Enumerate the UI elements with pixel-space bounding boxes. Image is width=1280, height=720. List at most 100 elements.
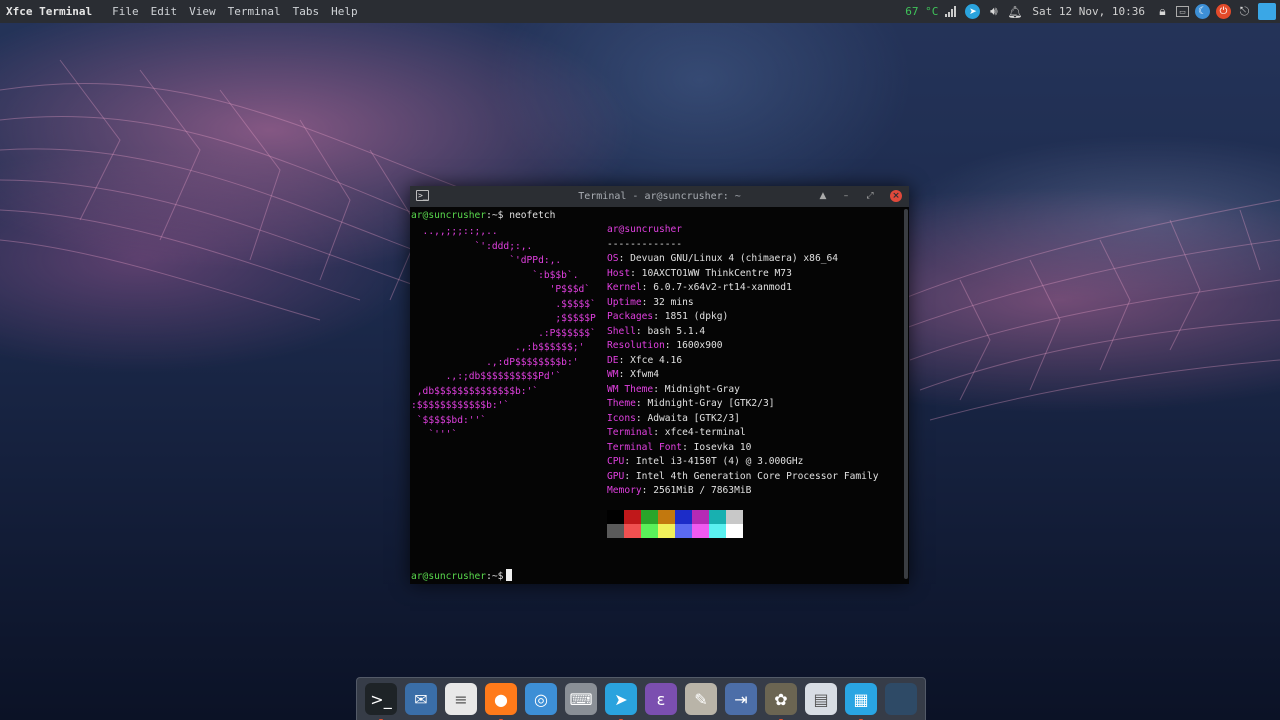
minimize-button[interactable]: – — [840, 190, 852, 202]
info-row: Uptime: 32 mins — [607, 296, 878, 311]
text-editor-dock-icon[interactable]: ≡ — [445, 683, 477, 715]
telegram-tray-icon[interactable]: ➤ — [965, 4, 981, 19]
debian-ascii-logo: ..,,;;;::;,.. `':ddd;:,. `'dPPd:,. `:b$$… — [411, 226, 596, 440]
current-prompt[interactable]: ar@suncrusher:~$ — [411, 569, 513, 582]
info-colon: : — [618, 253, 631, 264]
info-colon: : — [635, 398, 648, 409]
palette-swatch — [624, 510, 641, 524]
power-icon[interactable]: ⏻ — [1216, 4, 1231, 19]
show-desktop-icon[interactable] — [1258, 3, 1276, 20]
info-value: Xfce 4.16 — [630, 354, 683, 366]
emacs-dock-icon[interactable]: ε — [645, 683, 677, 715]
info-key: Terminal Font — [607, 441, 683, 453]
info-colon: : — [653, 383, 665, 395]
command-line: ar@suncrusher:~$ neofetch — [411, 210, 555, 221]
info-row: OS: Devuan GNU/Linux 4 (chimaera) x86_64 — [607, 252, 878, 267]
info-value: xfce4-terminal — [664, 427, 746, 438]
info-value: 1600x900 — [676, 340, 723, 351]
extra-dock-icon[interactable] — [885, 683, 917, 715]
volume-icon[interactable]: 🔊︎ — [986, 4, 1001, 19]
prompt-user: ar@suncrusher — [411, 210, 487, 221]
info-value: 2561MiB / 7863MiB — [653, 485, 752, 496]
telegram-dock-icon[interactable]: ➤ — [605, 683, 637, 715]
info-row: CPU: Intel i3-4150T (4) @ 3.000GHz — [607, 455, 878, 470]
logout-icon[interactable]: ⎋ — [1237, 4, 1252, 19]
prompt-path: :~$ — [486, 571, 504, 582]
lock-icon[interactable]: 🔒︎ — [1155, 4, 1170, 19]
active-app-name[interactable]: Xfce Terminal — [0, 5, 106, 18]
notification-bell-icon[interactable]: 🔔︎ — [1007, 4, 1022, 19]
info-value: Intel i3-4150T (4) @ 3.000GHz — [635, 456, 804, 467]
info-key: WM — [607, 369, 619, 380]
palette-swatch — [641, 510, 658, 524]
palette-swatch — [607, 524, 624, 538]
info-row: DE: Xfce 4.16 — [607, 354, 878, 369]
info-value: Iosevka 10 — [693, 441, 752, 453]
palette-swatch — [692, 524, 709, 538]
chromium-dock-icon[interactable]: ◎ — [525, 683, 557, 715]
terminal-content[interactable]: ar@suncrusher:~$ neofetch ..,,;;;::;,.. … — [411, 208, 901, 582]
text-cursor — [506, 569, 513, 581]
firefox-dock-icon[interactable]: ● — [485, 683, 517, 715]
info-row: WM Theme: Midnight-Gray — [607, 383, 878, 398]
system-info: ar@suncrusher ------------- OS: Devuan G… — [607, 223, 878, 499]
terminal-titlebar[interactable]: >_ Terminal - ar@suncrusher: ~ ▲ – ⤢ × — [410, 186, 909, 207]
mail-dock-icon[interactable]: ✉ — [405, 683, 437, 715]
info-value: Adwaita [GTK2/3] — [647, 412, 740, 424]
info-colon: : — [682, 441, 694, 453]
menu-file[interactable]: File — [106, 5, 145, 18]
menu-terminal[interactable]: Terminal — [222, 5, 287, 18]
info-key: Kernel — [607, 282, 642, 293]
palette-swatch — [692, 510, 709, 524]
info-colon: : — [653, 311, 665, 322]
signal-bars-icon[interactable] — [944, 4, 959, 19]
clock[interactable]: Sat 12 Nov, 10:36 — [1028, 5, 1149, 18]
info-key: Host — [607, 267, 631, 279]
night-mode-icon[interactable]: ☾ — [1195, 4, 1210, 19]
info-separator: ------------- — [607, 238, 683, 250]
palette-swatch — [709, 524, 726, 538]
command-text: neofetch — [509, 210, 556, 221]
terminal-dock-icon[interactable]: >_ — [365, 683, 397, 715]
pencil-cup-dock-icon[interactable]: ✎ — [685, 683, 717, 715]
info-key: Resolution — [607, 340, 665, 351]
menu-tabs[interactable]: Tabs — [287, 5, 326, 18]
info-colon: : — [618, 354, 631, 366]
info-value: 10AXCTO1WW ThinkCentre M73 — [641, 267, 792, 279]
info-row: Terminal Font: Iosevka 10 — [607, 441, 878, 456]
menu-view[interactable]: View — [183, 5, 222, 18]
palette-swatch — [658, 510, 675, 524]
palette-swatch — [675, 524, 692, 538]
menu-help[interactable]: Help — [325, 5, 364, 18]
maximize-button[interactable]: ⤢ — [864, 190, 876, 202]
shade-button[interactable]: ▲ — [817, 190, 829, 202]
cpu-temperature[interactable]: 67 °C — [905, 5, 938, 18]
close-button[interactable]: × — [890, 190, 902, 202]
keyboard-dock-icon[interactable]: ⌨ — [565, 683, 597, 715]
color-palette — [607, 510, 743, 538]
info-key: Uptime — [607, 296, 642, 308]
info-colon: : — [641, 296, 654, 308]
window-title: Terminal - ar@suncrusher: ~ — [578, 191, 741, 202]
app-grid-dock-icon[interactable]: ▦ — [845, 683, 877, 715]
document-viewer-dock-icon[interactable]: ▤ — [805, 683, 837, 715]
info-colon: : — [635, 325, 648, 337]
menu-edit[interactable]: Edit — [145, 5, 184, 18]
gimp-dock-icon[interactable]: ✿ — [765, 683, 797, 715]
info-key: Packages — [607, 311, 654, 322]
info-colon: : — [653, 427, 665, 438]
palette-swatch — [658, 524, 675, 538]
info-row: Kernel: 6.0.7-x64v2-rt14-xanmod1 — [607, 281, 878, 296]
info-key: CPU — [607, 456, 625, 467]
info-colon: : — [664, 340, 677, 351]
display-settings-icon[interactable]: ▭ — [1176, 6, 1189, 17]
arrow-dock-icon[interactable]: ⇥ — [725, 683, 757, 715]
palette-row-normal — [607, 510, 743, 524]
info-key: Memory — [607, 485, 642, 496]
info-key: DE — [607, 354, 619, 366]
info-row: Shell: bash 5.1.4 — [607, 325, 878, 340]
scrollbar[interactable] — [904, 209, 908, 579]
terminal-window[interactable]: >_ Terminal - ar@suncrusher: ~ ▲ – ⤢ × a… — [410, 186, 909, 584]
info-row: Theme: Midnight-Gray [GTK2/3] — [607, 397, 878, 412]
palette-row-bright — [607, 524, 743, 538]
